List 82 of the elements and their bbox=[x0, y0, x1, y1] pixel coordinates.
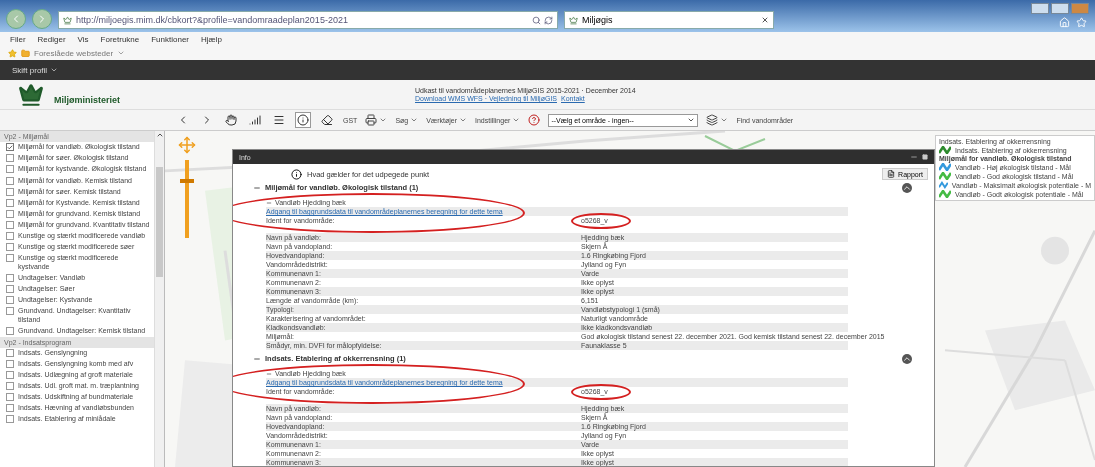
address-field[interactable]: http://miljoegis.mim.dk/cbkort?&profile=vandomraadeplan2015-2021 bbox=[58, 11, 558, 29]
layer-checkbox[interactable] bbox=[6, 143, 14, 152]
layer-checkbox[interactable] bbox=[6, 273, 14, 282]
brand-name: Miljøministeriet bbox=[54, 94, 120, 105]
tool-button[interactable] bbox=[223, 112, 239, 128]
print-button[interactable] bbox=[365, 114, 388, 126]
highlight-ellipse bbox=[571, 384, 631, 400]
caret-icon bbox=[50, 66, 59, 74]
maximize-button[interactable] bbox=[1051, 3, 1069, 14]
layer-checkbox[interactable] bbox=[6, 415, 14, 424]
layer-checkbox[interactable] bbox=[6, 307, 14, 316]
collapse-icon[interactable] bbox=[902, 353, 912, 364]
zoom-slider-thumb[interactable] bbox=[180, 178, 194, 183]
refresh-icon[interactable] bbox=[544, 15, 553, 25]
suggested-sites-link[interactable]: Foreslåede websteder bbox=[34, 48, 114, 58]
layer-checkbox[interactable] bbox=[6, 296, 14, 304]
hand-icon bbox=[225, 114, 237, 126]
forward-button[interactable] bbox=[32, 9, 52, 29]
back-button[interactable] bbox=[6, 9, 26, 29]
tool-button[interactable] bbox=[295, 112, 311, 128]
layer-checkbox[interactable] bbox=[6, 326, 14, 335]
layer-checkbox[interactable] bbox=[6, 348, 14, 357]
search-icon[interactable] bbox=[532, 15, 541, 25]
bar-chart-icon bbox=[249, 114, 261, 126]
layer-checkbox[interactable] bbox=[6, 232, 14, 241]
layer-checkbox[interactable] bbox=[6, 393, 14, 402]
layer-checkbox[interactable] bbox=[6, 198, 14, 207]
caret-icon bbox=[687, 116, 696, 124]
layer-checkbox[interactable] bbox=[6, 284, 14, 293]
layer-checkbox[interactable] bbox=[6, 382, 14, 391]
list-icon bbox=[273, 114, 285, 126]
layer-checkbox[interactable] bbox=[6, 371, 14, 379]
document-icon bbox=[887, 170, 896, 178]
star-icon[interactable] bbox=[8, 48, 17, 58]
layer-checkbox[interactable] bbox=[6, 154, 14, 163]
scrollbar-thumb[interactable] bbox=[156, 167, 163, 277]
caret-icon bbox=[379, 116, 388, 124]
layer-checkbox[interactable] bbox=[6, 359, 14, 368]
layer-checkbox[interactable] bbox=[6, 220, 14, 229]
menu-item[interactable]: Vis bbox=[77, 34, 89, 44]
layer-checkbox[interactable] bbox=[6, 176, 14, 185]
maximize-icon[interactable] bbox=[922, 154, 928, 160]
minimize-button[interactable] bbox=[1031, 3, 1049, 14]
pan-control-icon[interactable] bbox=[178, 136, 196, 154]
caret-icon bbox=[512, 116, 521, 124]
zoom-slider[interactable] bbox=[180, 160, 194, 238]
info-icon bbox=[297, 114, 309, 126]
menu-item[interactable]: Funktioner bbox=[151, 34, 190, 44]
layer-checkbox[interactable] bbox=[6, 165, 14, 174]
scrollbar[interactable] bbox=[154, 131, 164, 467]
browser-tab[interactable]: Miljøgis bbox=[564, 11, 774, 29]
crown-icon bbox=[63, 15, 72, 25]
caret-icon bbox=[458, 116, 467, 124]
help-icon[interactable] bbox=[528, 114, 541, 126]
tool-button[interactable] bbox=[319, 112, 335, 128]
layer-checkbox[interactable] bbox=[6, 254, 14, 263]
profile-menu[interactable]: Skift profil bbox=[12, 65, 48, 75]
scroll-up-icon[interactable] bbox=[155, 131, 164, 139]
layer-checkbox[interactable] bbox=[6, 187, 14, 196]
menu-item[interactable]: Hjælp bbox=[201, 34, 222, 44]
minimize-icon[interactable] bbox=[910, 153, 918, 161]
home-icon[interactable] bbox=[1059, 17, 1070, 28]
layers-icon bbox=[706, 114, 719, 126]
close-icon[interactable] bbox=[761, 16, 769, 24]
layers-button[interactable] bbox=[706, 114, 729, 126]
menu-item[interactable]: Filer bbox=[10, 34, 26, 44]
crown-logo-icon bbox=[18, 81, 44, 108]
layer-checkbox[interactable] bbox=[6, 209, 14, 218]
eraser-icon bbox=[321, 114, 333, 126]
info-circle-icon bbox=[291, 168, 302, 180]
highlight-ellipse bbox=[571, 213, 631, 229]
caret-icon bbox=[720, 116, 729, 124]
menu-item[interactable]: Rediger bbox=[37, 34, 66, 44]
crown-icon bbox=[569, 15, 578, 25]
layer-checkbox[interactable] bbox=[6, 404, 14, 413]
caret-icon bbox=[117, 49, 126, 57]
menu-item[interactable]: Foretrukne bbox=[100, 34, 140, 44]
folder-icon bbox=[21, 48, 30, 58]
caret-icon bbox=[410, 116, 419, 124]
printer-icon bbox=[365, 114, 378, 126]
layer-checkbox[interactable] bbox=[6, 243, 14, 252]
collapse-icon[interactable] bbox=[902, 182, 912, 193]
